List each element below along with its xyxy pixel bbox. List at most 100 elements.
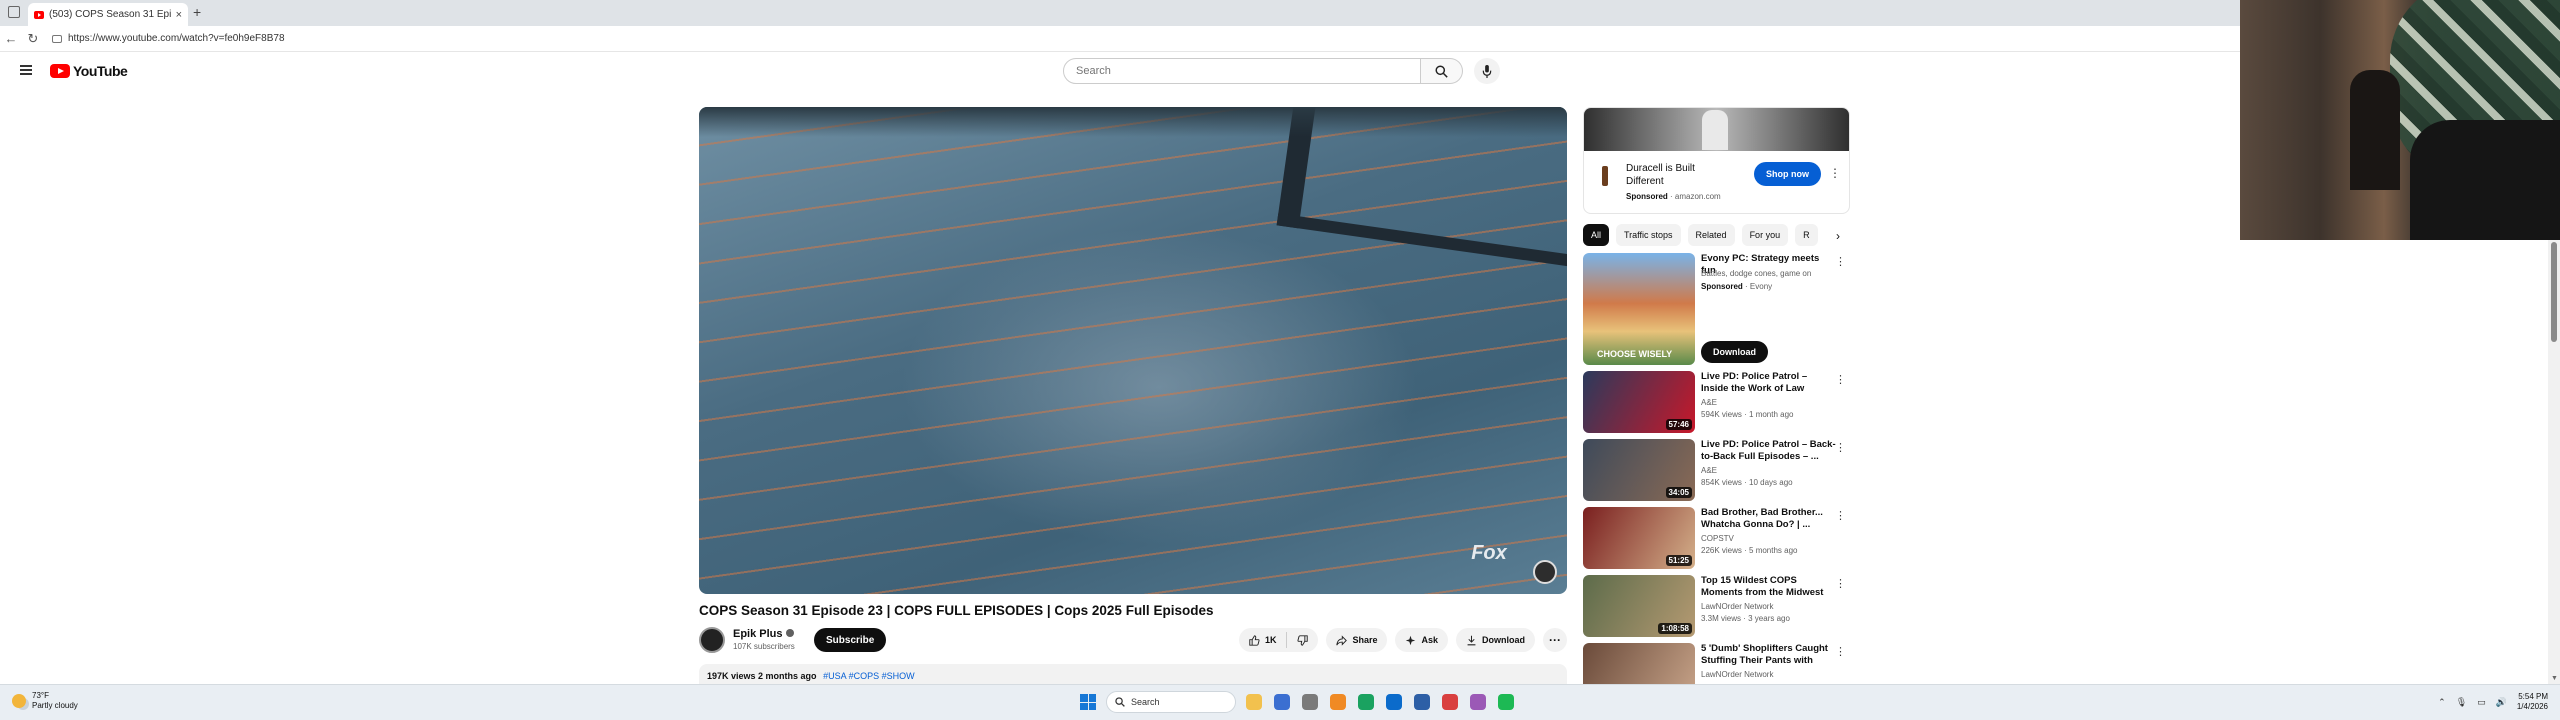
recommendation-item[interactable]: 34:05 Live PD: Police Patrol – Back-to-Ba… [1583,439,1850,507]
rec-meta: 226K views · 5 months ago [1701,546,1798,555]
recommendation-item[interactable]: 51:25 Bad Brother, Bad Brother... Whatcha… [1583,507,1850,575]
taskbar-app-icon[interactable] [1246,694,1262,710]
rec-thumbnail[interactable]: 34:05 [1583,439,1695,501]
download-button[interactable]: Download [1456,628,1535,652]
scroll-down-icon[interactable]: ▼ [2551,675,2558,682]
like-button[interactable]: 1K [1239,632,1288,648]
rec-meta: 3.3M views · 3 years ago [1701,614,1790,623]
owner-row: Epik Plus 107K subscribers Subscribe 1K … [699,626,1567,654]
taskbar-apps [1246,694,1514,710]
ask-button[interactable]: Ask [1395,628,1448,652]
rec-thumbnail[interactable]: 51:25 [1583,507,1695,569]
clock[interactable]: 5:54 PM 1/4/2026 [2517,692,2548,712]
rec-meta: 594K views · 1 month ago [1701,410,1794,419]
rec-thumbnail[interactable]: 1:08:58 [1583,575,1695,637]
chip-traffic-stops[interactable]: Traffic stops [1616,224,1681,246]
rec-channel[interactable]: COPSTV [1701,534,1734,543]
hashtags[interactable]: #USA #COPS #SHOW [823,671,915,681]
taskbar-app-icon[interactable] [1442,694,1458,710]
rec-channel[interactable]: LawNOrder Network [1701,670,1773,679]
rec-channel[interactable]: A&E [1701,398,1717,407]
taskbar-center: Search [1080,691,1514,713]
chips-next-icon[interactable]: › [1828,226,1848,246]
system-tray: ⌃ 🎙 ▭ 🔊 5:54 PM 1/4/2026 [2438,692,2548,712]
chip-recently-uploaded[interactable]: R [1795,224,1818,246]
channel-avatar[interactable] [699,627,725,653]
fox-watermark: Fox [1459,534,1519,572]
ad-meta: Sponsored · amazon.com [1626,192,1721,201]
sparkle-icon [1406,635,1416,645]
rec-channel[interactable]: A&E [1701,466,1717,475]
ad-title: Duracell is Built Different [1626,163,1695,187]
rec-menu-icon[interactable]: ⋮ [1835,441,1846,454]
sidebar-ad[interactable]: Duracell is Built Different Sponsored · … [1583,107,1850,214]
ad-menu-icon[interactable]: ⋮ [1829,166,1841,180]
ad-sponsored-label: Sponsored [1626,192,1668,201]
tab-youtube[interactable]: (503) COPS Season 31 Episod × [28,3,188,26]
channel-name[interactable]: Epik Plus [733,628,794,640]
sponsored-thumbnail[interactable]: CHOOSE WISELY [1583,253,1695,365]
dislike-button[interactable] [1287,634,1318,646]
webcam-overlay [2240,0,2560,240]
chip-related[interactable]: Related [1687,224,1735,246]
video-player[interactable]: Fox [699,107,1567,594]
verified-icon [785,629,794,637]
windows-start-icon[interactable] [1080,694,1096,710]
taskbar-app-icon[interactable] [1274,694,1290,710]
reload-button[interactable]: ↻ [22,31,44,47]
subscribe-button[interactable]: Subscribe [814,628,887,652]
scrollbar-thumb[interactable] [2551,242,2557,342]
site-info-icon[interactable] [52,34,62,43]
channel-watermark-icon[interactable] [1533,560,1557,584]
taskbar-app-icon[interactable] [1386,694,1402,710]
recommendation-item[interactable]: 57:46 Live PD: Police Patrol – Inside the… [1583,371,1850,439]
rec-channel[interactable]: LawNOrder Network [1701,602,1773,611]
download-icon [1467,635,1476,645]
taskbar-app-icon[interactable] [1330,694,1346,710]
tray-chevron-icon[interactable]: ⌃ [2438,697,2446,708]
chip-for-you[interactable]: For you [1741,224,1789,246]
rec-menu-icon[interactable]: ⋮ [1835,255,1846,268]
channel-name-text: Epik Plus [733,628,783,640]
shop-now-button[interactable]: Shop now [1754,162,1821,186]
rec-duration: 57:46 [1665,419,1692,430]
youtube-logo-icon [50,64,70,78]
sponsored-download-button[interactable]: Download [1701,341,1768,363]
taskbar-app-icon[interactable] [1470,694,1486,710]
filter-chips: All Traffic stops Related For you R [1583,224,1850,246]
search-icon [1435,64,1448,78]
search-input[interactable] [1063,58,1421,84]
rec-sponsored: Sponsored · Evony [1701,282,1772,291]
tab-close-icon[interactable]: × [176,9,182,21]
share-button[interactable]: Share [1326,628,1388,652]
volume-icon[interactable]: 🔊 [2496,697,2507,708]
new-tab-button[interactable]: + [193,4,201,20]
menu-icon[interactable] [20,65,32,75]
voice-search-button[interactable] [1474,58,1500,84]
youtube-logo[interactable]: YouTube [50,63,128,79]
recommendations-list: CHOOSE WISELY Evony PC: Strategy meets f… [1583,253,1850,711]
rec-menu-icon[interactable]: ⋮ [1835,509,1846,522]
more-actions-button[interactable]: ··· [1543,628,1567,652]
sponsored-recommendation[interactable]: CHOOSE WISELY Evony PC: Strategy meets f… [1583,253,1850,371]
taskbar-app-icon[interactable] [1414,694,1430,710]
search-button[interactable] [1421,58,1463,84]
taskbar-app-icon[interactable] [1302,694,1318,710]
rec-thumbnail[interactable]: 57:46 [1583,371,1695,433]
url-field[interactable]: https://www.youtube.com/watch?v=fe0h9eF8… [68,33,285,44]
rec-menu-icon[interactable]: ⋮ [1835,577,1846,590]
taskbar-app-icon[interactable] [1498,694,1514,710]
weather-widget[interactable]: 73°F Partly cloudy [12,691,78,711]
taskbar-app-icon[interactable] [1358,694,1374,710]
rec-menu-icon[interactable]: ⋮ [1835,373,1846,386]
rec-menu-icon[interactable]: ⋮ [1835,645,1846,658]
recommendation-item[interactable]: 1:08:58 Top 15 Wildest COPS Moments from … [1583,575,1850,643]
taskbar-search[interactable]: Search [1106,691,1236,713]
youtube-logo-text: YouTube [73,63,128,79]
back-button[interactable]: ← [0,31,22,46]
microphone-tray-icon[interactable]: 🎙 [2456,697,2467,708]
network-icon[interactable]: ▭ [2477,697,2486,708]
tab-actions-icon[interactable] [8,6,20,18]
youtube-header: YouTube [0,52,2240,90]
chip-all[interactable]: All [1583,224,1610,246]
